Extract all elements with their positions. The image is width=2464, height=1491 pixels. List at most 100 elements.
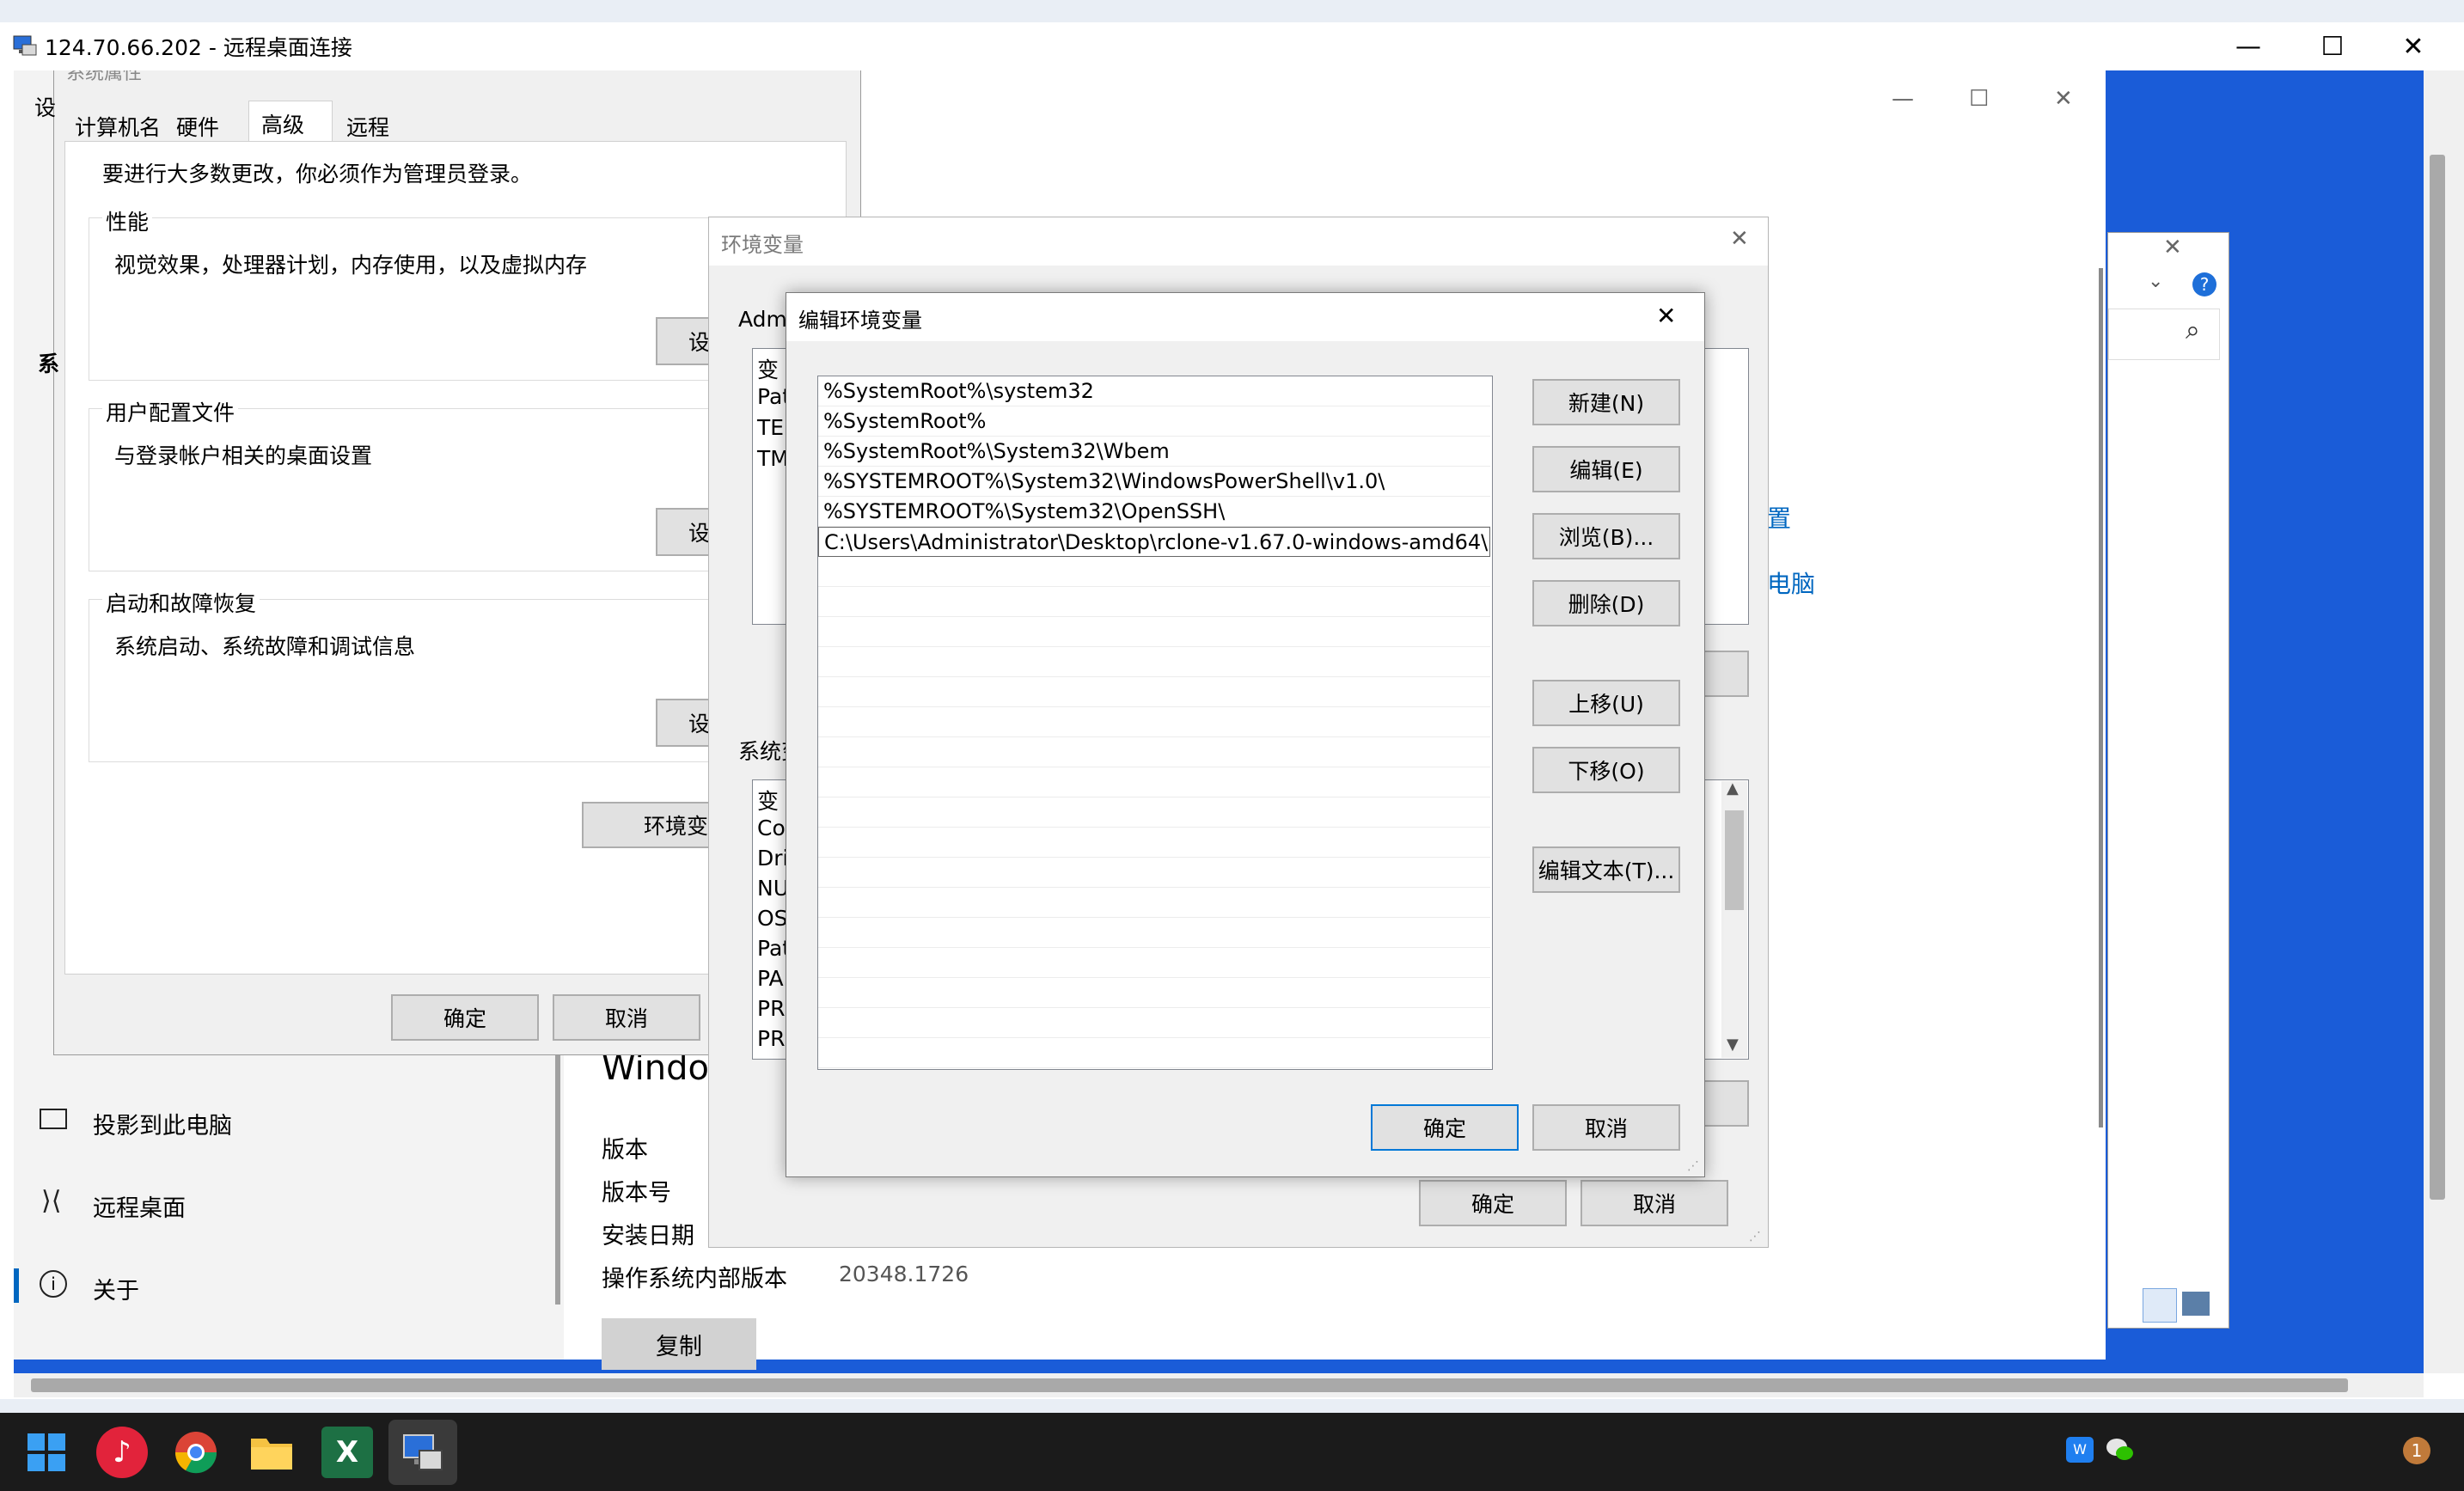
path-item-empty[interactable] bbox=[818, 918, 1490, 948]
settings-right-scrollbar[interactable] bbox=[2099, 268, 2103, 1127]
sysprops-cancel-button[interactable]: 取消 bbox=[553, 994, 700, 1041]
path-item-empty[interactable] bbox=[818, 677, 1490, 707]
path-item[interactable]: %SystemRoot% bbox=[818, 406, 1490, 437]
path-item-empty[interactable] bbox=[818, 948, 1490, 978]
explorer-search-box[interactable] bbox=[2108, 309, 2220, 360]
path-item[interactable]: %SYSTEMROOT%\System32\OpenSSH\ bbox=[818, 497, 1490, 527]
path-item-empty[interactable] bbox=[818, 858, 1490, 888]
sidebar-item-about[interactable]: i 关于 bbox=[14, 1267, 547, 1310]
user-vars-header: 变 bbox=[757, 357, 780, 382]
rdp-close-button[interactable]: ✕ bbox=[2374, 22, 2453, 70]
rdp-vertical-scroll-thumb[interactable] bbox=[2430, 155, 2445, 1200]
path-item-empty[interactable] bbox=[818, 888, 1490, 918]
excel-icon[interactable]: X bbox=[321, 1427, 373, 1478]
tab-advanced[interactable]: 高级 bbox=[248, 101, 333, 142]
sidebar-item-projection[interactable]: 投影到此电脑 bbox=[31, 1102, 547, 1145]
system-vars-scroll-thumb[interactable] bbox=[1725, 810, 1744, 910]
tab-hardware[interactable]: 硬件 bbox=[166, 106, 245, 140]
edit-env-close-button[interactable]: ✕ bbox=[1656, 302, 1676, 330]
path-item[interactable]: %SystemRoot%\system32 bbox=[818, 376, 1490, 406]
system-var-row[interactable]: Dri bbox=[757, 846, 788, 871]
path-item-empty[interactable] bbox=[818, 737, 1490, 767]
tab-label: 计算机名 bbox=[75, 115, 162, 140]
rdp-titlebar[interactable] bbox=[0, 22, 2464, 70]
edit-env-cancel-button[interactable]: 取消 bbox=[1532, 1104, 1680, 1151]
settings-maximize-button[interactable]: ☐ bbox=[1969, 86, 1989, 112]
path-item-selected[interactable]: C:\Users\Administrator\Desktop\rclone-v1… bbox=[818, 527, 1490, 557]
related-link-settings[interactable]: 置 bbox=[1767, 500, 1791, 535]
move-up-button[interactable]: 上移(U) bbox=[1532, 680, 1680, 726]
path-item-empty[interactable] bbox=[818, 557, 1490, 587]
sysprops-ok-button[interactable]: 确定 bbox=[391, 994, 539, 1041]
edit-env-ok-button[interactable]: 确定 bbox=[1371, 1104, 1519, 1151]
system-var-row[interactable]: PR bbox=[757, 1026, 785, 1051]
settings-sidebar-scrollbar[interactable] bbox=[555, 1055, 560, 1305]
system-var-row[interactable]: PR bbox=[757, 996, 785, 1021]
envvars-cancel-button[interactable]: 取消 bbox=[1581, 1180, 1728, 1226]
settings-close-button[interactable]: ✕ bbox=[2054, 86, 2073, 112]
chevron-down-icon[interactable]: ⌄ bbox=[2148, 271, 2163, 292]
notification-badge[interactable]: 1 bbox=[2403, 1437, 2430, 1464]
rdp-app-icon bbox=[12, 33, 38, 58]
tab-remote[interactable]: 远程 bbox=[336, 106, 415, 140]
search-icon[interactable]: ⌕ bbox=[2186, 315, 2200, 345]
sidebar-item-label: 投影到此电脑 bbox=[93, 1113, 232, 1140]
path-item[interactable]: %SYSTEMROOT%\System32\WindowsPowerShell\… bbox=[818, 467, 1490, 497]
tray-wechat-icon[interactable] bbox=[2106, 1437, 2135, 1463]
related-link-pc[interactable]: 电脑 bbox=[1767, 565, 1815, 600]
copy-button[interactable]: 复制 bbox=[602, 1318, 756, 1370]
resize-grip-icon[interactable]: ⋰ bbox=[1749, 1230, 1761, 1244]
explorer-close-button[interactable]: ✕ bbox=[2163, 235, 2182, 260]
performance-title: 性能 bbox=[102, 205, 153, 236]
scroll-up-icon[interactable]: ▲ bbox=[1727, 779, 1739, 797]
path-item[interactable]: %SystemRoot%\System32\Wbem bbox=[818, 437, 1490, 467]
rdp-maximize-button[interactable]: ☐ bbox=[2293, 22, 2372, 70]
path-item-empty[interactable] bbox=[818, 647, 1490, 677]
user-var-row[interactable]: TM bbox=[757, 446, 789, 471]
path-item-empty[interactable] bbox=[818, 1008, 1490, 1038]
details-view-icon[interactable] bbox=[2143, 1288, 2177, 1323]
settings-minimize-button[interactable]: — bbox=[1892, 86, 1914, 112]
path-item-empty[interactable] bbox=[818, 978, 1490, 1008]
delete-button[interactable]: 删除(D) bbox=[1532, 580, 1680, 626]
edit-env-titlebar[interactable] bbox=[786, 293, 1704, 341]
path-list[interactable]: %SystemRoot%\system32 %SystemRoot% %Syst… bbox=[817, 376, 1493, 1070]
path-item-empty[interactable] bbox=[818, 828, 1490, 858]
path-item-empty[interactable] bbox=[818, 797, 1490, 828]
envvars-ok-button[interactable]: 确定 bbox=[1419, 1180, 1567, 1226]
rdp-minimize-button[interactable]: — bbox=[2209, 22, 2288, 70]
large-icons-view-icon[interactable] bbox=[2182, 1292, 2210, 1316]
system-var-row[interactable]: OS bbox=[757, 906, 788, 931]
help-icon[interactable]: ? bbox=[2192, 272, 2216, 296]
edit-button[interactable]: 编辑(E) bbox=[1532, 446, 1680, 492]
tab-computer-name[interactable]: 计算机名 bbox=[64, 106, 166, 140]
path-item-empty[interactable] bbox=[818, 1038, 1490, 1068]
system-var-row[interactable]: NU bbox=[757, 876, 789, 901]
envvars-titlebar[interactable] bbox=[709, 217, 1768, 266]
remote-desktop-area[interactable]: — ☐ ✕ 投影到此电脑 ⟩⟨ 远程桌面 i 关于 Window 版本 版本号 … bbox=[14, 70, 2424, 1373]
path-item-empty[interactable] bbox=[818, 767, 1490, 797]
rdp-horizontal-scroll-thumb[interactable] bbox=[31, 1378, 2348, 1392]
scroll-down-icon[interactable]: ▼ bbox=[1727, 1036, 1739, 1054]
path-item-empty[interactable] bbox=[818, 707, 1490, 737]
admin-note: 要进行大多数更改，你必须作为管理员登录。 bbox=[102, 162, 533, 186]
path-item-empty[interactable] bbox=[818, 587, 1490, 617]
netease-music-icon[interactable]: ♪ bbox=[96, 1427, 148, 1478]
resize-grip-icon[interactable]: ⋰ bbox=[1687, 1159, 1699, 1173]
windows-start-icon[interactable] bbox=[21, 1427, 72, 1478]
move-down-button[interactable]: 下移(O) bbox=[1532, 747, 1680, 793]
active-indicator bbox=[14, 1268, 19, 1303]
remote-desktop-connection-icon[interactable] bbox=[397, 1427, 449, 1478]
tray-wecom-icon[interactable]: W bbox=[2066, 1437, 2094, 1463]
system-var-row[interactable]: PA bbox=[757, 966, 784, 991]
path-item-empty[interactable] bbox=[818, 617, 1490, 647]
settings-left-strip-bold: 系 bbox=[38, 351, 60, 376]
sidebar-item-remote-desktop[interactable]: ⟩⟨ 远程桌面 bbox=[31, 1184, 547, 1227]
browse-button[interactable]: 浏览(B)... bbox=[1532, 513, 1680, 559]
new-button[interactable]: 新建(N) bbox=[1532, 379, 1680, 425]
envvars-close-button[interactable]: ✕ bbox=[1730, 226, 1749, 252]
file-explorer-icon[interactable] bbox=[246, 1427, 297, 1478]
chrome-icon[interactable] bbox=[170, 1427, 222, 1478]
edit-text-button[interactable]: 编辑文本(T)... bbox=[1532, 846, 1680, 893]
system-var-row[interactable]: Co bbox=[757, 816, 786, 840]
